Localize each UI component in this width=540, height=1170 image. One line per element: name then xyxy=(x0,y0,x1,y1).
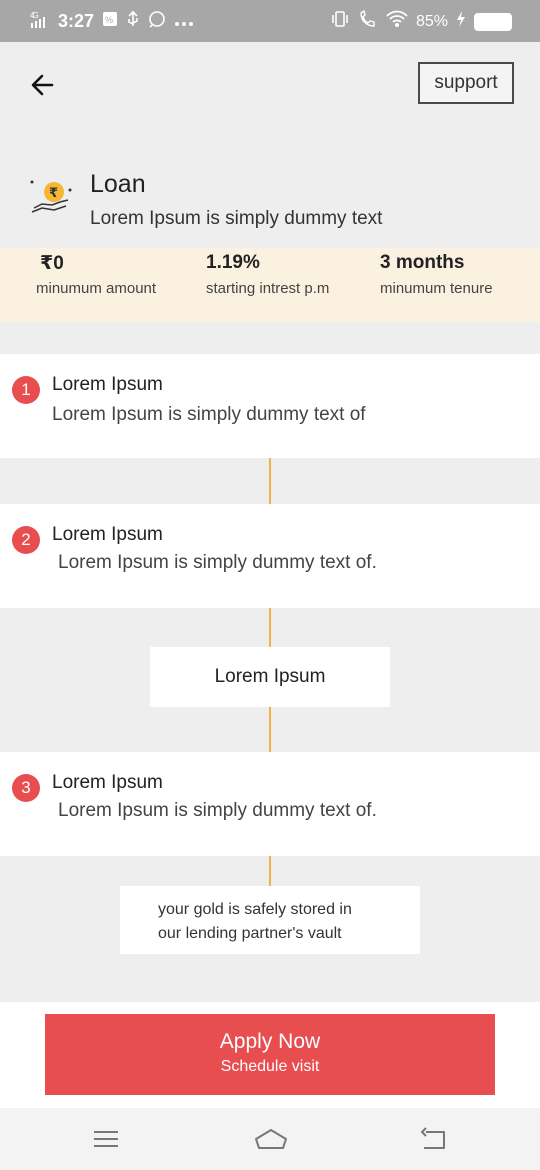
charging-icon xyxy=(456,11,466,32)
stat-label: starting intrest p.m xyxy=(206,280,330,297)
wifi-call-icon xyxy=(358,9,378,33)
system-nav-bar xyxy=(0,1108,540,1170)
step-number-badge: 1 xyxy=(12,376,40,404)
status-bar: 4G 3:27 % 85% xyxy=(0,0,540,42)
stat-label: minumum amount xyxy=(36,280,157,297)
loan-stats: ₹0 minumum amount 1.19% starting intrest… xyxy=(0,248,540,322)
step-description: Lorem Ipsum is simply dummy text of. xyxy=(58,552,377,573)
notification-icon: % xyxy=(102,11,118,32)
timeline-connector xyxy=(269,856,271,886)
step-description: Lorem Ipsum is simply dummy text of xyxy=(52,404,366,425)
loan-subtitle: Lorem Ipsum is simply dummy text xyxy=(90,208,383,229)
battery-percent: 85% xyxy=(415,12,448,30)
step-number-badge: 3 xyxy=(12,774,40,802)
network-type: 4G xyxy=(30,11,38,20)
clock: 3:27 xyxy=(58,11,95,31)
rupee-hand-icon: ₹ xyxy=(28,172,74,218)
timeline-connector xyxy=(269,707,271,752)
svg-text:₹: ₹ xyxy=(49,186,58,201)
loan-title: Loan xyxy=(90,170,146,198)
timeline-connector xyxy=(269,458,271,504)
wifi-icon xyxy=(386,10,408,33)
step-number-badge: 2 xyxy=(12,526,40,554)
timeline-connector xyxy=(269,608,271,647)
stat-value: 3 months xyxy=(380,252,465,273)
vault-note: your gold is safely stored in our lendin… xyxy=(120,886,420,954)
schedule-visit-label: Schedule visit xyxy=(220,1058,320,1075)
signal-icon: 4G xyxy=(30,11,50,32)
status-right: 85% xyxy=(330,9,512,33)
status-left: 4G 3:27 % xyxy=(30,10,194,33)
stat-value: 1.19% xyxy=(206,252,260,273)
apply-now-button[interactable]: Apply Now Schedule visit xyxy=(45,1014,495,1095)
step-card-1: 1 Lorem Ipsum Lorem Ipsum is simply dumm… xyxy=(0,354,540,458)
menu-icon[interactable] xyxy=(90,1124,122,1154)
vibrate-icon xyxy=(330,10,350,33)
header: support ₹ Loan Lorem Ipsum is simply dum… xyxy=(0,42,540,248)
home-icon[interactable] xyxy=(253,1124,289,1154)
usb-icon xyxy=(126,10,140,33)
vault-note-line-2: our lending partner's vault xyxy=(158,925,342,942)
middle-info-box: Lorem Ipsum xyxy=(150,647,390,707)
step-card-2: 2 Lorem Ipsum Lorem Ipsum is simply dumm… xyxy=(0,504,540,608)
vault-note-line-1: your gold is safely stored in xyxy=(158,901,352,918)
svg-text:%: % xyxy=(105,15,113,25)
whatsapp-icon xyxy=(148,10,166,33)
step-card-3: 3 Lorem Ipsum Lorem Ipsum is simply dumm… xyxy=(0,752,540,856)
step-title: Lorem Ipsum xyxy=(52,772,163,793)
stat-label: minumum tenure xyxy=(380,280,493,297)
step-description: Lorem Ipsum is simply dummy text of. xyxy=(58,800,377,821)
back-nav-icon[interactable] xyxy=(418,1124,450,1154)
step-title: Lorem Ipsum xyxy=(52,524,163,545)
step-title: Lorem Ipsum xyxy=(52,374,163,395)
more-icon xyxy=(174,11,194,32)
apply-now-label: Apply Now xyxy=(219,1030,321,1053)
bottom-cta-area: Apply Now Schedule visit xyxy=(0,1002,540,1108)
battery-icon xyxy=(474,12,512,31)
stat-value: ₹0 xyxy=(40,253,64,274)
support-button[interactable]: support xyxy=(418,62,514,104)
back-arrow-icon[interactable] xyxy=(28,70,58,100)
